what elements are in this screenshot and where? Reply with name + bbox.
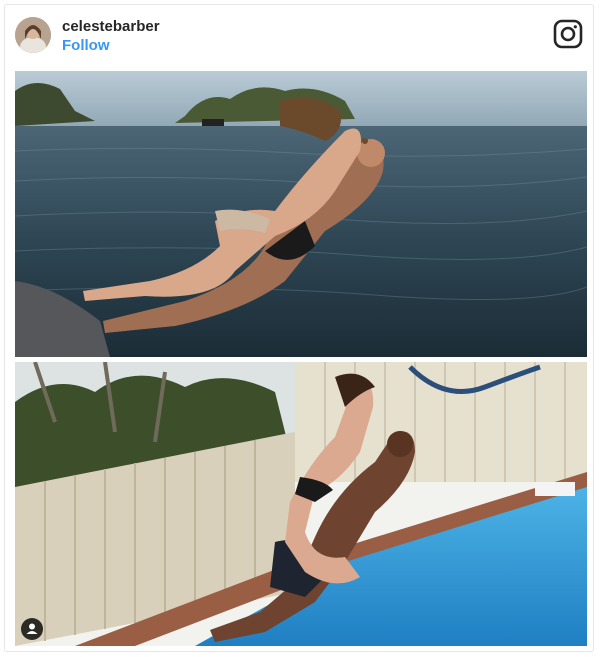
instagram-post-card: celestebarber Follow	[4, 4, 594, 652]
username[interactable]: celestebarber	[62, 18, 160, 35]
post-photo-recreation	[15, 362, 587, 646]
avatar[interactable]	[15, 17, 51, 53]
post-photo-original	[15, 71, 587, 357]
user-tag-icon[interactable]	[21, 618, 43, 640]
instagram-icon[interactable]	[553, 19, 583, 49]
post-header: celestebarber Follow	[5, 5, 593, 69]
follow-button[interactable]: Follow	[62, 37, 110, 54]
